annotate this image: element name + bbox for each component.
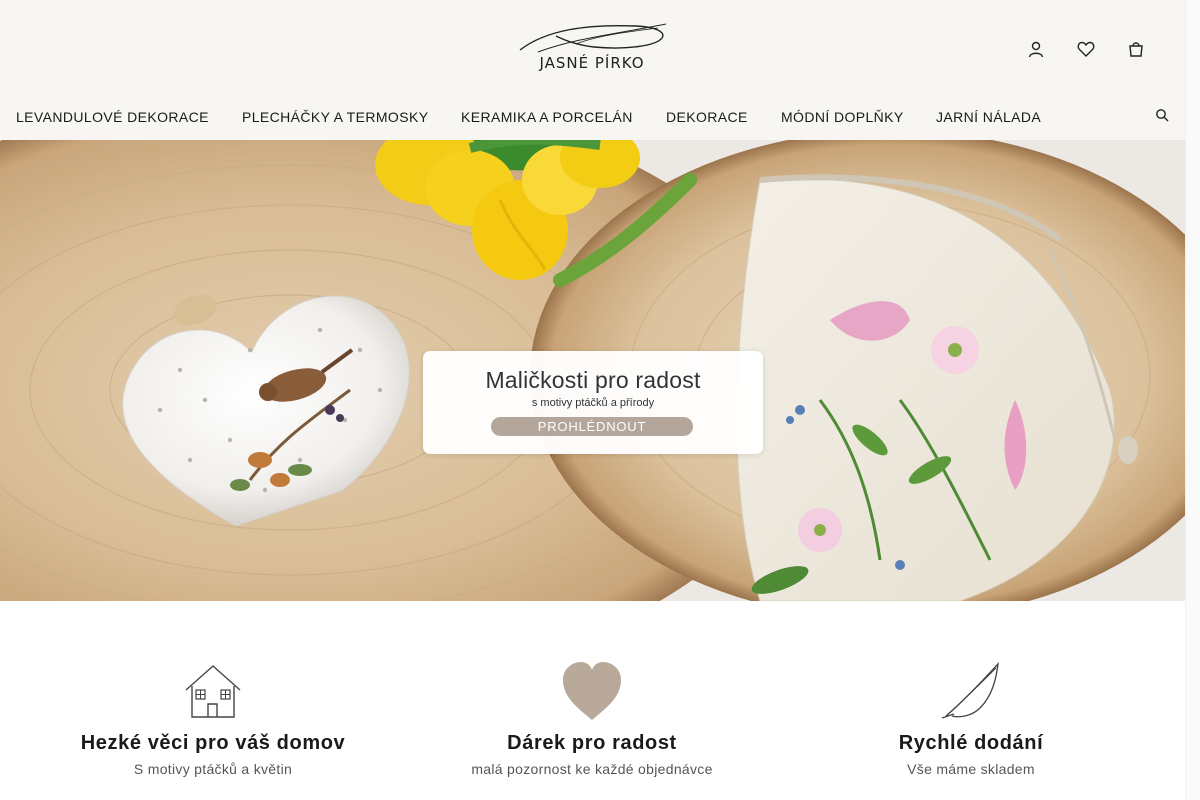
heart-icon	[561, 660, 623, 722]
brand-name: JASNÉ PÍRKO	[539, 54, 645, 72]
main-navigation: LEVANDULOVÉ DEKORACE PLECHÁČKY A TERMOSK…	[0, 104, 1185, 132]
feature-text: malá pozornost ke každé objednávce	[471, 761, 713, 777]
brand-logo[interactable]: JASNÉ PÍRKO	[516, 16, 668, 78]
feature-text: Vše máme skladem	[907, 761, 1035, 777]
page-scrollbar[interactable]	[1185, 0, 1200, 800]
header-actions	[1025, 38, 1147, 60]
feature-delivery: Rychlé dodání Vše máme skladem	[791, 660, 1151, 777]
nav-item-modni-doplnky[interactable]: MÓDNÍ DOPLŇKY	[781, 109, 904, 125]
hero-subtitle: s motivy ptáčků a přírody	[531, 397, 655, 409]
hero-title: Maličkosti pro radost	[485, 367, 701, 393]
features-section: Hezké věci pro váš domov S motivy ptáčků…	[0, 640, 1185, 800]
nav-item-dekorace[interactable]: DEKORACE	[666, 109, 748, 125]
wishlist-heart-icon[interactable]	[1075, 38, 1097, 60]
feature-home: Hezké věci pro váš domov S motivy ptáčků…	[33, 660, 393, 777]
hero-banner[interactable]: Maličkosti pro radost s motivy ptáčků a …	[0, 140, 1185, 601]
hero-promo-card: Maličkosti pro radost s motivy ptáčků a …	[423, 351, 763, 454]
nav-item-keramika-a-porcelan[interactable]: KERAMIKA A PORCELÁN	[461, 109, 633, 125]
browse-button[interactable]: PROHLÉDNOUT	[491, 417, 693, 436]
feature-title: Rychlé dodání	[898, 732, 1044, 754]
nav-item-plechacky-a-termosky[interactable]: PLECHÁČKY A TERMOSKY	[242, 109, 428, 125]
feature-title: Hezké věci pro váš domov	[80, 732, 346, 754]
feature-text: S motivy ptáčků a květin	[133, 761, 293, 777]
nav-item-levandulove-dekorace[interactable]: LEVANDULOVÉ DEKORACE	[16, 109, 209, 125]
cart-icon[interactable]	[1125, 38, 1147, 60]
feature-title: Dárek pro radost	[507, 732, 677, 754]
nav-item-jarni-nalada[interactable]: JARNÍ NÁLADA	[936, 109, 1041, 125]
feather-icon	[940, 660, 1002, 722]
search-icon[interactable]	[1155, 108, 1171, 124]
feature-gift: Dárek pro radost malá pozornost ke každé…	[412, 660, 772, 777]
house-icon	[182, 660, 244, 722]
user-icon[interactable]	[1025, 38, 1047, 60]
site-header: JASNÉ PÍRKO LEVANDULOVÉ DEKORACE PLECHÁČ…	[0, 0, 1185, 140]
feather-logo-mark	[519, 23, 667, 53]
